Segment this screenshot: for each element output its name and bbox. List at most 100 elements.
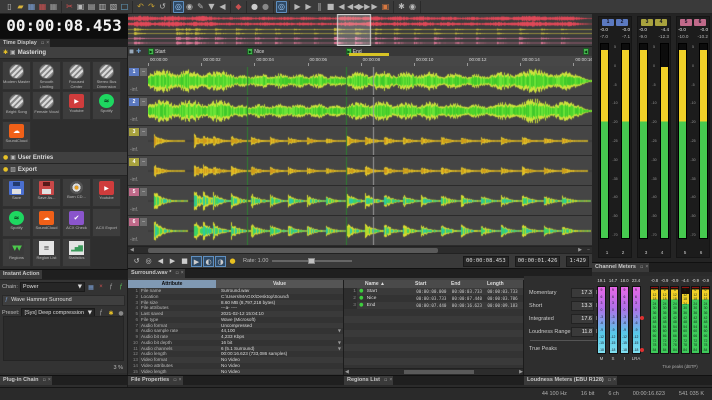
export-statistics[interactable]: ▂▅▇ Statistics bbox=[62, 238, 91, 267]
plugin-chain-item[interactable]: ƒ Wave Hammer Surround bbox=[2, 295, 125, 306]
close-icon[interactable]: × bbox=[46, 376, 52, 385]
play-icon[interactable]: ▶ bbox=[191, 255, 202, 267]
marker-tool-icon[interactable]: ▼ bbox=[206, 2, 217, 12]
jog-icon[interactable]: ◐ bbox=[203, 255, 214, 267]
magnify-icon[interactable]: ◉ bbox=[184, 2, 195, 12]
region-row[interactable]: 3 ● End 00:00:07.440 00:00:16.623 00:00:09.18… bbox=[344, 302, 523, 309]
export-save-as[interactable]: Save As... bbox=[32, 178, 61, 207]
export-region-list[interactable]: ≡ Region List bbox=[32, 238, 61, 267]
user-entries-section-header[interactable]: ● ▣ User Entries bbox=[0, 152, 127, 164]
waveform-canvas[interactable] bbox=[148, 97, 592, 125]
column-length[interactable]: Length bbox=[487, 280, 523, 288]
marker-nice[interactable]: ▶ Nice bbox=[247, 48, 264, 55]
preset-youtube[interactable]: ▶ Youtube bbox=[62, 91, 91, 120]
pencil-icon[interactable]: ✎ bbox=[195, 2, 206, 12]
waveform-canvas[interactable] bbox=[148, 217, 592, 245]
edit-time-field[interactable]: 00:00:08.453 bbox=[462, 255, 509, 267]
preset-female-vocal[interactable]: Female Vocal bbox=[32, 91, 61, 120]
close-icon[interactable]: × bbox=[644, 263, 650, 272]
mute-icon[interactable]: – bbox=[140, 158, 147, 166]
shuttle-icon[interactable]: ◑ bbox=[215, 255, 226, 267]
marker-flag-icon[interactable]: ▶ bbox=[148, 48, 154, 55]
paste-special-icon[interactable]: ▥ bbox=[97, 2, 108, 12]
rate-slider-thumb[interactable] bbox=[308, 258, 316, 264]
prev-marker-icon[interactable]: ◀ bbox=[155, 256, 166, 267]
go-start-icon[interactable]: ◀ bbox=[336, 2, 347, 12]
pause-icon[interactable]: ∥ bbox=[314, 2, 325, 12]
zoom-tool-icon[interactable]: ◎ bbox=[173, 0, 184, 13]
close-icon[interactable]: × bbox=[177, 376, 183, 385]
selection-length-field[interactable]: 00:00:01.426 bbox=[514, 255, 561, 267]
mute-icon[interactable]: – bbox=[140, 68, 147, 76]
chain-select[interactable]: Power ▼ bbox=[19, 282, 85, 292]
channel-badge[interactable]: 5 bbox=[129, 188, 139, 196]
monitor-icon[interactable]: ◎ bbox=[276, 0, 287, 13]
save-icon[interactable]: ▦ bbox=[26, 2, 37, 12]
close-icon[interactable]: × bbox=[179, 269, 185, 278]
save-all-icon[interactable]: ▦ bbox=[48, 2, 59, 12]
overview-waveform[interactable] bbox=[128, 14, 592, 46]
region-row[interactable]: 2 ● Nice 00:00:03.733 00:00:07.440 00:00:03.7… bbox=[344, 295, 523, 302]
stop-icon[interactable]: ■ bbox=[179, 256, 190, 267]
record-arm-icon[interactable]: ● bbox=[260, 2, 271, 12]
play-selection-icon[interactable]: ▶ bbox=[303, 2, 314, 12]
export-spotify[interactable]: ≈ Spotify bbox=[2, 208, 31, 237]
open-folder-icon[interactable]: ▰ bbox=[15, 2, 26, 12]
waveform-canvas[interactable] bbox=[148, 127, 592, 155]
close-icon[interactable]: × bbox=[612, 376, 618, 385]
regions-scrollbar[interactable]: ◀ ▶ bbox=[344, 368, 523, 375]
new-file-icon[interactable]: ▯ bbox=[4, 2, 15, 12]
channel-badge[interactable]: 6 bbox=[129, 218, 139, 226]
mute-icon[interactable]: – bbox=[140, 188, 147, 196]
marker-start[interactable]: ▶ Start bbox=[148, 48, 166, 55]
column-name[interactable]: Name ▲ bbox=[365, 280, 415, 288]
preset-spotify[interactable]: ≈ Spotify bbox=[92, 91, 121, 120]
delete-chain-icon[interactable]: × bbox=[97, 284, 105, 290]
export-save[interactable]: Save bbox=[2, 178, 31, 207]
rewind-icon[interactable]: ◀◀ bbox=[347, 2, 359, 12]
tab-channel-meters[interactable]: Channel Meters bbox=[592, 263, 639, 272]
audition-point-icon[interactable]: ● bbox=[227, 256, 238, 267]
duplicate-icon[interactable]: ▧ bbox=[108, 2, 119, 12]
undo-icon[interactable]: ↶ bbox=[135, 2, 146, 12]
loop-red-icon[interactable]: ▣ bbox=[380, 2, 391, 12]
tab-file-properties[interactable]: File Properties bbox=[128, 376, 173, 385]
redo-icon[interactable]: ↷ bbox=[146, 2, 157, 12]
channel-badge[interactable]: 1 bbox=[129, 68, 139, 76]
fx-add-icon[interactable]: ƒ bbox=[117, 284, 125, 290]
column-value[interactable]: Value bbox=[216, 280, 343, 288]
auto-scroll-icon[interactable]: ◎ bbox=[143, 256, 154, 267]
preset-bright-song[interactable]: Bright Song bbox=[2, 91, 31, 120]
tab-plugin-chain[interactable]: Plug-in Chain bbox=[0, 376, 42, 385]
save-as-icon[interactable]: ▦ bbox=[37, 2, 48, 12]
mute-icon[interactable]: – bbox=[140, 128, 147, 136]
play-icon[interactable]: ▶ bbox=[292, 2, 303, 12]
column-end[interactable]: End bbox=[451, 280, 487, 288]
marker-end-of-file[interactable]: ◀ bbox=[582, 48, 589, 55]
preset-smooth-limiting[interactable]: Smooth Limiting bbox=[32, 61, 61, 90]
zoom-ratio-field[interactable]: 1:429 bbox=[566, 255, 589, 267]
scrollbar-thumb[interactable] bbox=[404, 370, 474, 374]
go-end-icon[interactable]: ▶ bbox=[369, 2, 380, 12]
export-section-header[interactable]: ● ▧ Export bbox=[0, 164, 127, 176]
audition-icon[interactable]: ◀ bbox=[217, 2, 228, 12]
export-regions[interactable]: ▼▼ Regions bbox=[2, 238, 31, 267]
next-marker-icon[interactable]: ▶ bbox=[167, 256, 178, 267]
channel-badge[interactable]: 3 bbox=[129, 128, 139, 136]
history-icon[interactable]: ↺ bbox=[157, 2, 168, 12]
mute-icon[interactable]: – bbox=[140, 218, 147, 226]
save-chain-icon[interactable]: ▦ bbox=[87, 284, 95, 291]
copy-icon[interactable]: ▣ bbox=[75, 2, 86, 12]
help-icon[interactable]: ◉ bbox=[407, 2, 418, 12]
fx-icon[interactable]: ƒ bbox=[107, 284, 115, 290]
marker-flag-icon[interactable]: ▶ bbox=[247, 48, 254, 55]
loop-playback-icon[interactable]: ↺ bbox=[131, 256, 142, 267]
forward-icon[interactable]: ▶▶ bbox=[358, 2, 370, 12]
column-start[interactable]: Start bbox=[415, 280, 451, 288]
waveform-canvas[interactable] bbox=[148, 157, 592, 185]
mastering-section-header[interactable]: ✱ ▣ Mastering bbox=[0, 47, 127, 59]
tab-surround-wav[interactable]: Surround.wav * bbox=[128, 269, 175, 278]
channel-badge[interactable]: 2 bbox=[129, 98, 139, 106]
close-icon[interactable]: × bbox=[388, 376, 394, 385]
preset-focused-center[interactable]: Focused Center bbox=[62, 61, 91, 90]
